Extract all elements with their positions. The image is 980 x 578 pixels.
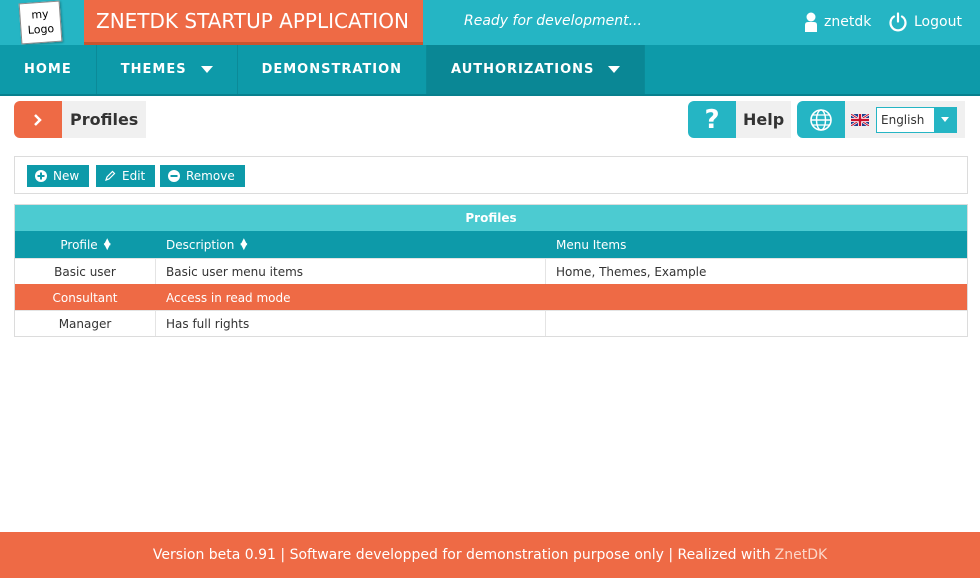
table-header: Profile ▲ ▼ Description ▲ ▼ Menu Items (15, 231, 967, 258)
help-icon: ? (688, 101, 736, 138)
nav-item-authorizations[interactable]: AUTHORIZATIONS (427, 45, 646, 94)
app-title: ZNETDK STARTUP APPLICATION (84, 0, 423, 45)
power-icon (889, 12, 907, 32)
table-caption: Profiles (15, 205, 967, 231)
footer-text: Version beta 0.91 | Software developped … (152, 547, 771, 563)
column-header-description[interactable]: Description ▲ ▼ (156, 231, 546, 258)
cell-description: Basic user menu items (156, 259, 546, 284)
column-header-label: Description (166, 237, 235, 252)
username: znetdk (824, 14, 872, 30)
cell-description: Has full rights (156, 311, 546, 336)
action-toolbar: New Edit Remove (14, 156, 968, 194)
nav-item-label: AUTHORIZATIONS (451, 62, 595, 77)
language-button[interactable] (797, 101, 845, 138)
main-nav: HOME THEMES DEMONSTRATION AUTHORIZATIONS (0, 45, 980, 96)
cell-menu-items (546, 285, 967, 310)
language-selector: English (797, 101, 965, 138)
column-header-label: Profile (60, 237, 98, 252)
chevron-right-icon (34, 113, 42, 126)
remove-button[interactable]: Remove (160, 165, 245, 187)
column-header-profile[interactable]: Profile ▲ ▼ (15, 231, 156, 258)
language-value: English (881, 112, 925, 127)
logout-button[interactable]: Logout (888, 11, 962, 33)
user-icon (805, 12, 817, 32)
remove-button-label: Remove (186, 169, 235, 183)
nav-item-home[interactable]: HOME (0, 45, 97, 94)
column-header-label: Menu Items (556, 237, 627, 252)
table-row-selected[interactable]: Consultant Access in read mode (15, 284, 967, 310)
dropdown-arrow-icon (200, 66, 213, 73)
new-button[interactable]: New (27, 165, 90, 187)
language-dropdown-button[interactable] (934, 107, 956, 132)
app-footer: Version beta 0.91 | Software developped … (0, 532, 980, 578)
help-label: Help (736, 101, 792, 138)
page-title: Profiles (62, 101, 147, 138)
sort-icon: ▲ ▼ (103, 236, 111, 252)
nav-item-demonstration[interactable]: DEMONSTRATION (238, 45, 428, 94)
dropdown-arrow-icon (608, 66, 621, 73)
sort-icon: ▲ ▼ (240, 236, 248, 252)
pencil-icon (105, 170, 116, 181)
column-header-menu-items: Menu Items (546, 231, 967, 258)
cell-profile: Manager (15, 311, 156, 336)
minus-circle-icon (168, 170, 180, 182)
user-info: znetdk (804, 11, 871, 33)
uk-flag-icon (851, 113, 869, 126)
cell-menu-items (546, 311, 967, 336)
cell-profile: Consultant (15, 285, 156, 310)
help-button[interactable]: ? Help (688, 101, 792, 138)
dropdown-arrow-icon (941, 117, 949, 122)
breadcrumb-toggle[interactable] (14, 101, 62, 138)
breadcrumb: Profiles (14, 101, 147, 138)
cell-description: Access in read mode (156, 285, 546, 310)
globe-icon (810, 108, 832, 131)
plus-circle-icon (35, 170, 47, 182)
nav-item-label: HOME (24, 62, 72, 77)
nav-item-themes[interactable]: THEMES (97, 45, 238, 94)
cell-menu-items: Home, Themes, Example (556, 264, 707, 279)
profiles-table: Profiles Profile ▲ ▼ Description ▲ ▼ Menu … (14, 204, 968, 337)
edit-button[interactable]: Edit (96, 165, 156, 187)
footer-link[interactable]: ZnetDK (775, 547, 828, 563)
table-row[interactable]: Basic user Basic user menu items Home, T… (15, 258, 967, 284)
edit-button-label: Edit (122, 169, 146, 183)
language-dropdown[interactable]: English (876, 106, 957, 133)
nav-item-label: DEMONSTRATION (261, 62, 403, 77)
table-row[interactable]: Manager Has full rights (15, 310, 967, 336)
app-header: my Logo ZNETDK STARTUP APPLICATION Ready… (0, 0, 980, 45)
app-logo: my Logo (18, 0, 63, 45)
cell-profile: Basic user (15, 259, 156, 284)
nav-item-label: THEMES (120, 62, 187, 77)
logo-line-2: Logo (27, 22, 55, 37)
language-box: English (845, 101, 965, 138)
app-status-text: Ready for development... (464, 13, 642, 29)
new-button-label: New (53, 169, 80, 183)
logout-label: Logout (914, 14, 962, 30)
